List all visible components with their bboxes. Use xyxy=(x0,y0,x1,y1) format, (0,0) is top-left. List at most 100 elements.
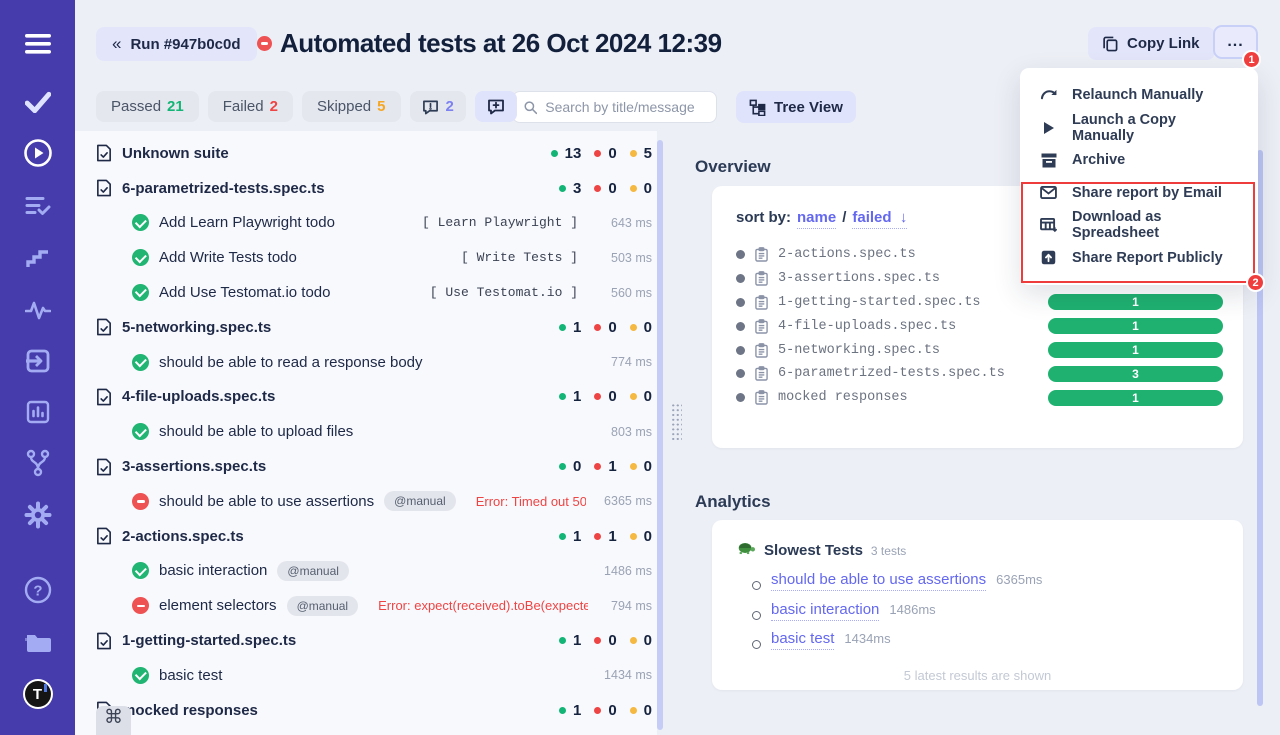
menu-item[interactable]: Launch a Copy Manually xyxy=(1020,112,1258,145)
suite-dot xyxy=(736,250,745,259)
filter-skipped[interactable]: Skipped 5 xyxy=(302,91,401,122)
filter-bar: Passed 21 Failed 2 Skipped 5 2 xyxy=(96,91,517,122)
slow-test-link[interactable]: basic test xyxy=(771,630,834,650)
sort-direction-arrow: ↓ xyxy=(900,209,908,226)
menu-item[interactable]: Relaunch Manually xyxy=(1020,79,1258,112)
menu-item[interactable]: Share Report Publicly xyxy=(1020,242,1258,275)
suite-row[interactable]: Unknown suite 13 0 5 xyxy=(96,136,652,171)
menu-item[interactable]: Share report by Email xyxy=(1020,177,1258,210)
sort-by-failed-link[interactable]: failed ↓ xyxy=(852,209,907,229)
menu-item[interactable]: Archive xyxy=(1020,144,1258,177)
gear-icon[interactable] xyxy=(0,495,75,535)
test-status-icon xyxy=(132,493,149,510)
sort-by-name-link[interactable]: name xyxy=(797,209,836,229)
overview-suite-row[interactable]: 6-parametrized-tests.spec.ts 3 xyxy=(736,362,1233,386)
steps-icon[interactable] xyxy=(0,238,75,278)
spec-file-icon xyxy=(96,632,112,650)
filter-passed[interactable]: Passed 21 xyxy=(96,91,199,122)
slow-test-link[interactable]: should be able to use assertions xyxy=(771,571,986,591)
test-row[interactable]: should be able to read a response body 7… xyxy=(96,345,652,380)
comment-exclaim-icon xyxy=(422,99,439,115)
suite-row[interactable]: mocked responses 1 0 0 xyxy=(96,693,652,728)
overview-suite-row[interactable]: 4-file-uploads.spec.ts 1 xyxy=(736,314,1233,338)
search-input[interactable] xyxy=(545,99,705,115)
suite-row[interactable]: 5-networking.spec.ts 1 0 0 xyxy=(96,310,652,345)
passed-label: Passed xyxy=(111,98,161,115)
failed-count: 2 xyxy=(270,98,278,115)
test-duration: 774 ms xyxy=(596,355,652,369)
filter-failed[interactable]: Failed 2 xyxy=(208,91,293,122)
test-duration: 1486 ms xyxy=(596,564,652,578)
menu-item[interactable]: Download as Spreadsheet xyxy=(1020,209,1258,242)
passed-count-bar: 1 xyxy=(1048,390,1223,406)
annotation-badge-2: 2 xyxy=(1246,273,1265,292)
overview-suite-row[interactable]: 1-getting-started.spec.ts 1 xyxy=(736,291,1233,315)
share-icon xyxy=(1040,250,1057,265)
filter-comments[interactable]: 2 xyxy=(410,91,466,122)
test-row[interactable]: element selectors @manual Error: expect(… xyxy=(96,588,652,623)
slow-test-link[interactable]: basic interaction xyxy=(771,601,879,621)
list-check-icon[interactable] xyxy=(0,186,75,226)
passed-dot xyxy=(559,707,566,714)
test-duration: 503 ms xyxy=(596,251,652,265)
check-icon[interactable] xyxy=(0,82,75,122)
chevron-left-icon: « xyxy=(112,34,121,54)
passed-count-bar: 3 xyxy=(1048,366,1223,382)
overview-suite-name: 5-networking.spec.ts xyxy=(778,343,940,358)
turtle-icon xyxy=(736,540,756,555)
overview-suite-name: 6-parametrized-tests.spec.ts xyxy=(778,366,1005,381)
panel-resize-handle[interactable] xyxy=(671,403,682,442)
slowest-tests-list: should be able to use assertions 6365ms … xyxy=(752,571,1219,660)
logo[interactable]: T xyxy=(0,674,75,714)
passed-dot xyxy=(559,185,566,192)
copy-link-label: Copy Link xyxy=(1127,35,1200,52)
suite-row[interactable]: 3-assertions.spec.ts 0 1 0 xyxy=(96,449,652,484)
page-title: Automated tests at 26 Oct 2024 12:39 xyxy=(280,28,722,59)
test-status-icon xyxy=(132,249,149,266)
spreadsheet-icon xyxy=(1040,218,1057,233)
tag-badge: @manual xyxy=(287,596,359,616)
spec-file-icon xyxy=(96,527,112,545)
suite-counts: 1 0 0 xyxy=(559,702,652,719)
passed-dot xyxy=(559,393,566,400)
menu-item-label: Launch a Copy Manually xyxy=(1072,112,1238,144)
back-to-run-button[interactable]: « Run #947b0c0d xyxy=(96,27,257,61)
passed-count: 21 xyxy=(167,98,184,115)
branch-icon[interactable] xyxy=(0,443,75,483)
help-icon[interactable]: ? xyxy=(0,570,75,610)
test-row[interactable]: basic interaction @manual 1486 ms xyxy=(96,554,652,589)
sign-in-icon[interactable] xyxy=(0,341,75,381)
bar-chart-icon[interactable] xyxy=(0,392,75,432)
skipped-dot xyxy=(630,393,637,400)
tree-view-button[interactable]: Tree View xyxy=(736,91,856,123)
command-key-hint: ⌘ xyxy=(96,706,131,735)
run-play-icon[interactable] xyxy=(0,133,75,173)
suite-name: mocked responses xyxy=(122,702,258,719)
test-row[interactable]: Add Learn Playwright todo [ Learn Playwr… xyxy=(96,206,652,241)
test-row[interactable]: Add Use Testomat.io todo [ Use Testomat.… xyxy=(96,275,652,310)
suite-row[interactable]: 4-file-uploads.spec.ts 1 0 0 xyxy=(96,380,652,415)
test-duration: 6365 ms xyxy=(604,494,652,508)
overview-suite-row[interactable]: 5-networking.spec.ts 1 xyxy=(736,338,1233,362)
suite-name: Unknown suite xyxy=(122,145,229,162)
overview-suite-row[interactable]: mocked responses 1 xyxy=(736,386,1233,410)
suite-row[interactable]: 6-parametrized-tests.spec.ts 3 0 0 xyxy=(96,171,652,206)
copy-link-button[interactable]: Copy Link xyxy=(1088,27,1215,60)
test-duration: 803 ms xyxy=(596,425,652,439)
suite-dot xyxy=(736,393,745,402)
test-error-message: Error: expect(received).toBe(expected) /… xyxy=(378,598,588,613)
pulse-icon[interactable] xyxy=(0,290,75,330)
test-row[interactable]: should be able to use assertions @manual… xyxy=(96,484,652,519)
test-row[interactable]: Add Write Tests todo [ Write Tests ] 503… xyxy=(96,240,652,275)
test-duration: 643 ms xyxy=(596,216,652,230)
menu-item-label: Relaunch Manually xyxy=(1072,87,1203,103)
suite-row[interactable]: 1-getting-started.spec.ts 1 0 0 xyxy=(96,623,652,658)
test-parameter-tag: [ Learn Playwright ] xyxy=(422,215,578,230)
menu-icon[interactable] xyxy=(0,24,75,64)
test-list-scrollbar[interactable] xyxy=(657,140,663,730)
suite-row[interactable]: 2-actions.spec.ts 1 1 0 xyxy=(96,519,652,554)
test-row[interactable]: should be able to upload files 803 ms xyxy=(96,414,652,449)
folder-icon[interactable] xyxy=(0,622,75,662)
test-row[interactable]: basic test 1434 ms xyxy=(96,658,652,693)
add-comment-button[interactable] xyxy=(475,91,517,122)
